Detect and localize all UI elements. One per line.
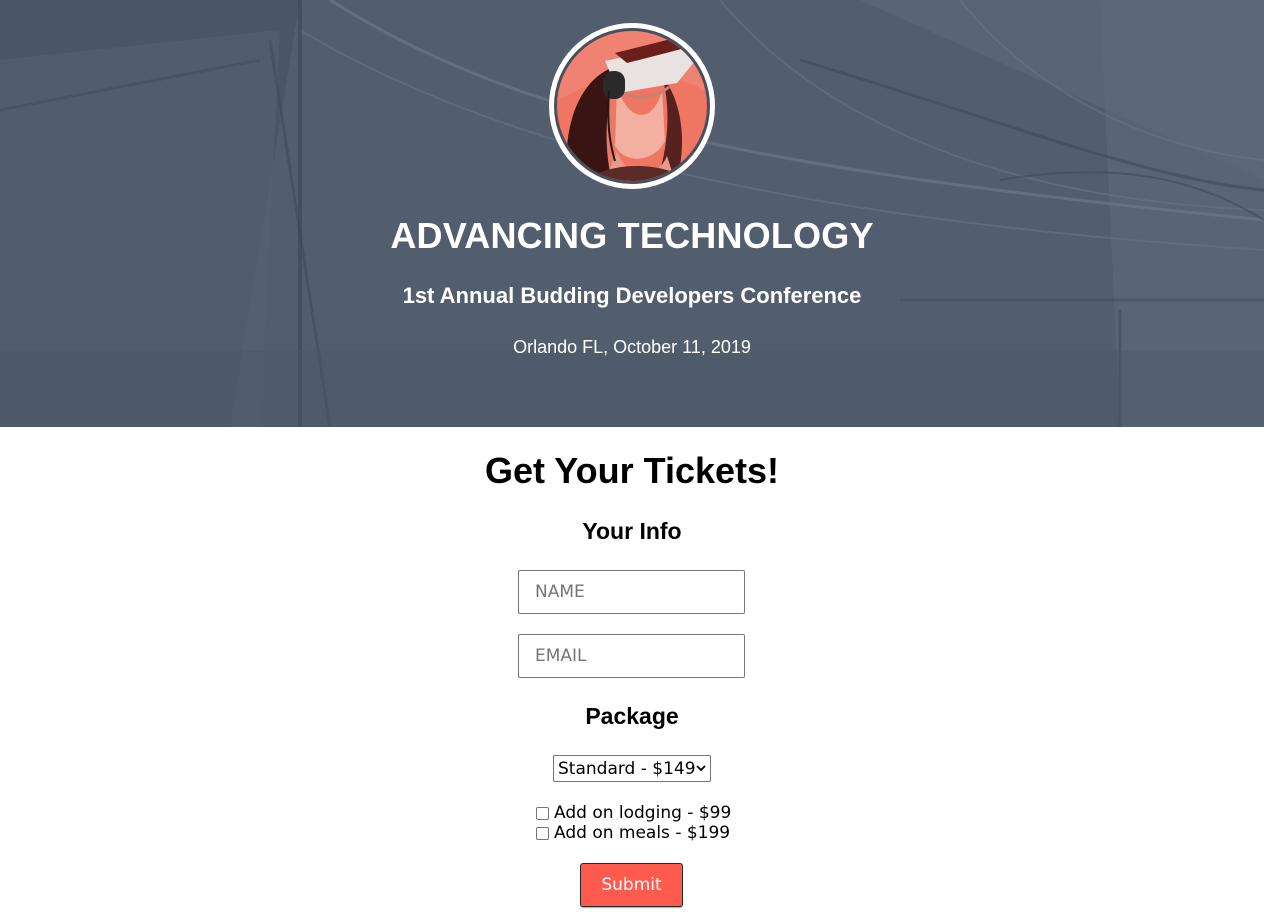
email-input[interactable]	[518, 634, 745, 678]
vr-headset-person-avatar	[557, 31, 707, 181]
addon-meals-label: Add on meals - $199	[554, 823, 731, 843]
chevron-down-icon	[696, 762, 707, 776]
addon-meals-option[interactable]: Add on meals - $199	[536, 823, 730, 843]
hero-title: ADVANCING TECHNOLOGY	[390, 215, 874, 256]
avatar-frame	[549, 23, 715, 189]
addon-meals-checkbox[interactable]	[536, 826, 549, 840]
name-input[interactable]	[518, 570, 745, 614]
package-select[interactable]: Standard - $149	[553, 755, 711, 782]
your-info-heading: Your Info	[582, 518, 682, 544]
addon-lodging-label: Add on lodging - $99	[554, 803, 732, 823]
hero-banner: ADVANCING TECHNOLOGY 1st Annual Budding …	[0, 0, 1264, 427]
ticket-form-section: Get Your Tickets! Your Info Package Stan…	[0, 427, 1264, 912]
event-location-date: Orlando FL, October 11, 2019	[513, 337, 751, 357]
hero-subtitle: 1st Annual Budding Developers Conference	[402, 283, 862, 308]
package-select-value: Standard - $149	[558, 758, 696, 779]
addon-lodging-checkbox[interactable]	[536, 806, 549, 820]
package-heading: Package	[585, 703, 679, 729]
hero-content: ADVANCING TECHNOLOGY 1st Annual Budding …	[0, 0, 1264, 427]
addon-lodging-option[interactable]: Add on lodging - $99	[536, 803, 731, 823]
submit-button[interactable]: Submit	[580, 863, 683, 907]
form-title: Get Your Tickets!	[484, 450, 780, 491]
